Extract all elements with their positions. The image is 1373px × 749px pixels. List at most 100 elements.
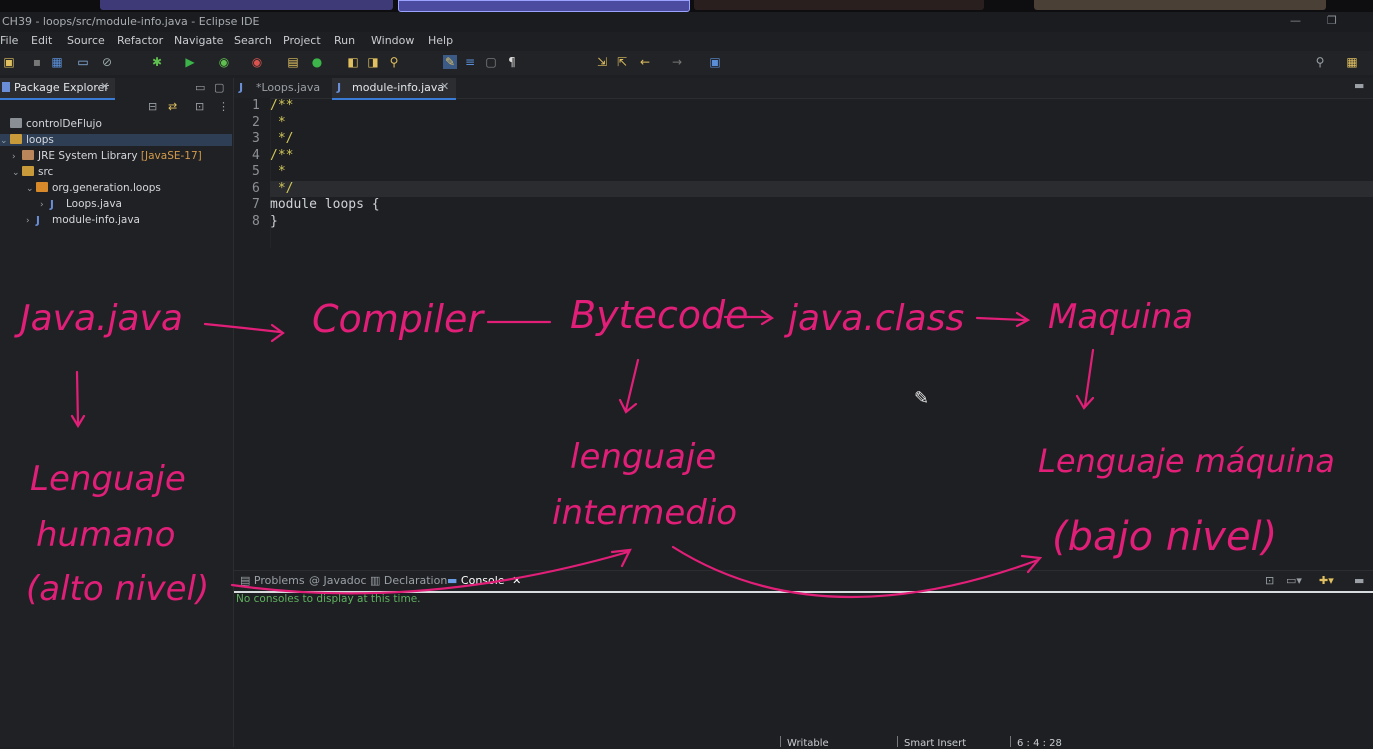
bottom-tabs: ▤ Problems @ Javadoc ▥ Declaration ▬ Con…	[234, 571, 1373, 593]
menu-refactor[interactable]: Refactor	[117, 34, 163, 47]
show-whitespace-icon[interactable]: ¶	[505, 55, 519, 69]
status-bar: Writable Smart Insert 6 : 4 : 28	[234, 735, 1373, 749]
save-all-icon[interactable]: ▦	[50, 55, 64, 69]
menu-edit[interactable]: Edit	[31, 34, 52, 47]
tab-loops-java[interactable]: J *Loops.java	[234, 78, 330, 98]
word-wrap-icon[interactable]: ≡	[463, 55, 477, 69]
prev-annotation-icon[interactable]: ⇱	[615, 55, 629, 69]
chevron-down-icon[interactable]: ⌄	[26, 184, 36, 194]
line-number: 6	[252, 180, 260, 196]
collapse-all-icon[interactable]: ⊟	[148, 100, 157, 113]
tree-item-controldeflujo[interactable]: controlDeFlujo	[10, 118, 102, 130]
tab-label: module-info.java	[352, 81, 445, 94]
new-class-icon[interactable]: ●	[310, 55, 324, 69]
external-tools-icon[interactable]: ◉	[250, 55, 264, 69]
pin-console-icon[interactable]: ⊡	[1265, 574, 1274, 587]
tab-package-explorer[interactable]: Package Explorer ✕	[0, 78, 115, 100]
minimize-icon[interactable]: —	[1290, 14, 1301, 27]
tree-label: controlDeFlujo	[26, 118, 102, 130]
tree-item-src[interactable]: ⌄ src	[12, 166, 53, 178]
java-file-icon: J	[337, 81, 342, 94]
new-console-icon[interactable]: ✚▾	[1319, 574, 1334, 587]
toggle-mark-icon[interactable]: ✎	[443, 55, 457, 69]
tree-item-jre[interactable]: › JRE System Library [JavaSE-17]	[12, 150, 202, 162]
chevron-down-icon[interactable]: ⌄	[0, 136, 10, 146]
minimize-view-icon[interactable]: ▬	[1354, 574, 1364, 587]
menu-bar: File Edit Source Refactor Navigate Searc…	[0, 32, 1373, 50]
title-bar: CH39 - loops/src/module-info.java - Ecli…	[0, 12, 1373, 32]
close-icon[interactable]: ✕	[100, 80, 109, 93]
current-code-line: */	[270, 180, 1373, 197]
open-perspective-icon[interactable]: ▦	[1345, 55, 1359, 69]
bottom-panel: ▤ Problems @ Javadoc ▥ Declaration ▬ Con…	[234, 570, 1373, 748]
tree-item-module-info[interactable]: › Jmodule-info.java	[26, 214, 140, 227]
status-insert-mode: Smart Insert	[904, 738, 967, 749]
status-divider	[897, 736, 898, 747]
tab-label: Package Explorer	[14, 81, 109, 94]
chevron-right-icon[interactable]: ›	[40, 200, 50, 210]
line-number-gutter: 1 2 3 4 5 6 7 8	[234, 98, 271, 248]
code-line: *	[270, 164, 286, 179]
chevron-right-icon[interactable]: ›	[26, 216, 36, 226]
tab-declaration[interactable]: ▥ Declaration	[370, 574, 447, 587]
debug-icon[interactable]: ✱	[150, 55, 164, 69]
new-java-project-icon[interactable]: ▤	[286, 55, 300, 69]
next-annotation-icon[interactable]: ⇲	[595, 55, 609, 69]
view-menu-icon[interactable]: ⋮	[218, 100, 229, 113]
forward-icon[interactable]: →	[670, 55, 684, 69]
tab-label: Console	[460, 574, 505, 587]
editor: J *Loops.java J module-info.java ✕ ▬ 1 2…	[234, 78, 1373, 568]
minimize-view-icon[interactable]: ▬	[1354, 79, 1364, 92]
close-icon[interactable]: ✕	[512, 574, 521, 587]
maximize-view-icon[interactable]: ▢	[214, 81, 224, 94]
restore-icon[interactable]: ❐	[1327, 14, 1337, 27]
open-type-icon[interactable]: ◧	[346, 55, 360, 69]
close-icon[interactable]: ✕	[440, 80, 449, 93]
run-icon[interactable]: ▶	[183, 55, 197, 69]
menu-help[interactable]: Help	[428, 34, 453, 47]
line-number: 4	[252, 147, 260, 163]
search-toolbar-icon[interactable]: ⚲	[387, 55, 401, 69]
minimize-view-icon[interactable]: ▭	[195, 81, 205, 94]
search-icon[interactable]: ⚲	[1313, 55, 1327, 69]
menu-search[interactable]: Search	[234, 34, 272, 47]
tab-label: Javadoc	[323, 574, 367, 587]
skip-breakpoints-icon[interactable]: ⊘	[100, 55, 114, 69]
tab-label: Problems	[253, 574, 305, 587]
menu-window[interactable]: Window	[371, 34, 414, 47]
video-strip	[0, 0, 1373, 12]
menu-run[interactable]: Run	[334, 34, 355, 47]
save-icon[interactable]: ▪	[30, 55, 44, 69]
focus-icon[interactable]: ⊡	[195, 100, 204, 113]
tab-module-info[interactable]: J module-info.java ✕	[332, 78, 456, 100]
new-icon[interactable]: ▣	[2, 55, 16, 69]
code-area[interactable]: /** * */ /** * */ module loops { }	[270, 98, 1373, 248]
menu-navigate[interactable]: Navigate	[174, 34, 223, 47]
line-number: 3	[252, 131, 260, 146]
line-number: 8	[252, 213, 260, 229]
back-icon[interactable]: ←	[638, 55, 652, 69]
perspective-icon[interactable]: ▣	[708, 55, 722, 69]
display-console-icon[interactable]: ▭▾	[1286, 574, 1302, 587]
tree-item-loops[interactable]: ⌄ loops	[0, 134, 232, 146]
menu-project[interactable]: Project	[283, 34, 321, 47]
chevron-down-icon[interactable]: ⌄	[12, 168, 22, 178]
tab-console[interactable]: ▬ Console ✕	[447, 574, 521, 587]
coverage-icon[interactable]: ◉	[217, 55, 231, 69]
chevron-right-icon[interactable]: ›	[12, 152, 22, 162]
tree-item-package[interactable]: ⌄ org.generation.loops	[26, 182, 161, 194]
java-file-icon: J	[36, 215, 40, 227]
link-editor-icon[interactable]: ⇄	[168, 100, 177, 113]
menu-source[interactable]: Source	[67, 34, 105, 47]
block-selection-icon[interactable]: ▢	[484, 55, 498, 69]
code-line: /**	[270, 147, 294, 163]
tree-item-loops-java[interactable]: › J Loops.java	[40, 198, 122, 211]
menu-file[interactable]: File	[0, 34, 18, 47]
video-thumbnail	[1034, 0, 1326, 10]
print-icon[interactable]: ▭	[76, 55, 90, 69]
tab-javadoc[interactable]: @ Javadoc	[309, 574, 367, 587]
video-thumbnail	[100, 0, 393, 10]
open-task-icon[interactable]: ◨	[366, 55, 380, 69]
code-line: */	[270, 131, 294, 146]
tab-problems[interactable]: ▤ Problems	[240, 574, 305, 587]
